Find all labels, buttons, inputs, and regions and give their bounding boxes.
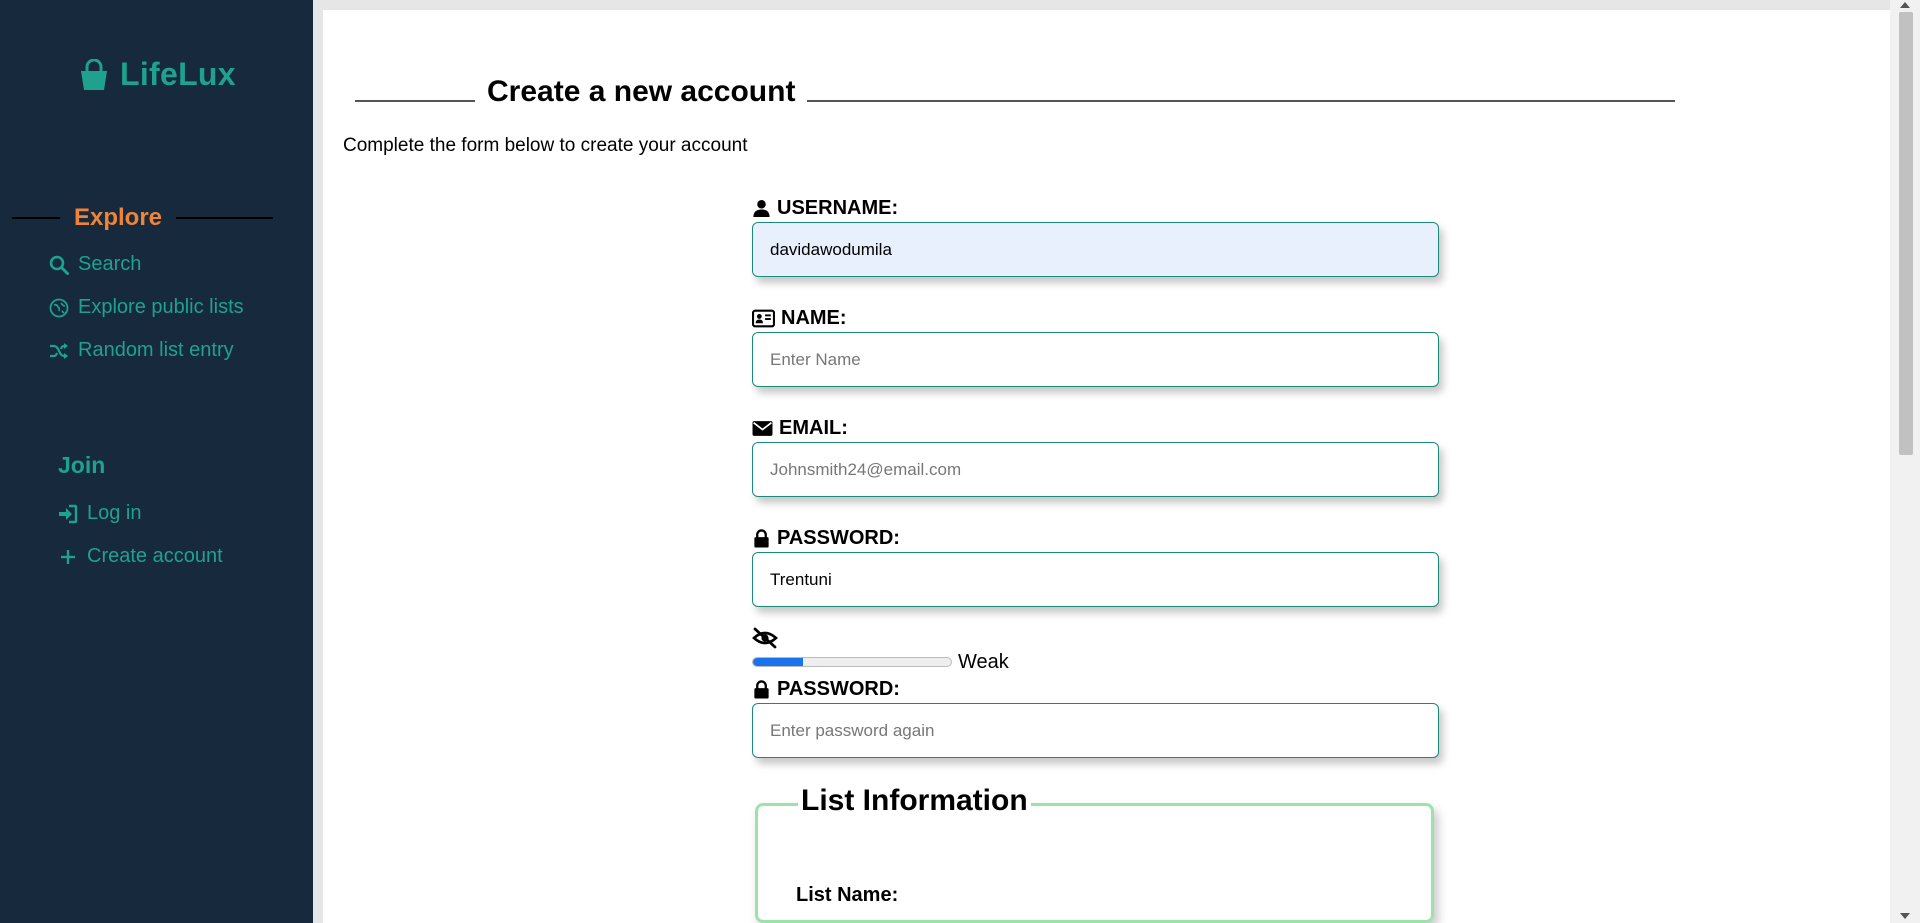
join-nav: Log in Create account — [58, 492, 223, 578]
join-title: Join — [58, 452, 106, 478]
sidebar-item-label: Search — [78, 253, 142, 275]
password-label-text: PASSWORD: — [777, 526, 900, 549]
lock-icon — [754, 679, 769, 699]
sidebar: LifeLux Explore Search Explore public li… — [0, 0, 313, 923]
login-icon — [59, 504, 78, 523]
name-label-text: NAME: — [781, 306, 847, 329]
compass-icon — [49, 298, 69, 317]
password-strength: Weak — [752, 649, 1439, 675]
list-name-label: List Name: — [796, 884, 899, 906]
page-subtitle: Complete the form below to create your a… — [343, 135, 748, 156]
sidebar-item-random-list-entry[interactable]: Random list entry — [49, 329, 244, 372]
name-input[interactable] — [752, 332, 1439, 387]
password-strength-fill — [753, 658, 803, 666]
explore-title: Explore — [74, 204, 163, 231]
scrollbar-thumb[interactable] — [1899, 12, 1913, 455]
confirm-password-label: PASSWORD: — [752, 675, 1439, 703]
app-name: LifeLux — [120, 56, 236, 92]
user-icon — [753, 199, 770, 217]
create-account-form: USERNAME: NAME: EMAIL: — [752, 194, 1439, 923]
shuffle-icon — [50, 342, 68, 359]
toggle-password-visibility[interactable] — [752, 627, 1439, 649]
confirm-password-input[interactable] — [752, 703, 1439, 758]
divider — [807, 100, 1675, 102]
page-title: Create a new account — [487, 75, 796, 108]
main-content: Create a new account Complete the form b… — [323, 10, 1890, 923]
basket-icon — [81, 58, 107, 90]
confirm-password-label-text: PASSWORD: — [777, 677, 900, 700]
plus-icon — [61, 549, 75, 564]
id-card-icon — [752, 309, 775, 327]
sidebar-item-label: Random list entry — [78, 339, 234, 361]
scroll-down-arrow-icon[interactable] — [1900, 913, 1910, 919]
password-label: PASSWORD: — [752, 524, 1439, 552]
sidebar-item-explore-public-lists[interactable]: Explore public lists — [49, 286, 244, 329]
envelope-icon — [752, 420, 773, 436]
divider — [176, 217, 274, 219]
eye-slash-icon — [752, 627, 778, 649]
password-strength-label: Weak — [958, 650, 1009, 673]
email-label-text: EMAIL: — [779, 416, 848, 439]
divider — [355, 100, 475, 102]
sidebar-item-label: Explore public lists — [78, 296, 244, 318]
username-label-text: USERNAME: — [777, 196, 899, 219]
divider — [12, 217, 60, 219]
sidebar-item-log-in[interactable]: Log in — [58, 492, 223, 535]
explore-nav: Search Explore public lists Random list … — [49, 243, 244, 372]
list-information-legend: List Information — [798, 784, 1031, 818]
password-strength-meter — [752, 657, 952, 667]
email-input[interactable] — [752, 442, 1439, 497]
username-label: USERNAME: — [752, 194, 1439, 222]
sidebar-item-search[interactable]: Search — [49, 243, 244, 286]
page-scrollbar[interactable] — [1890, 0, 1920, 923]
name-label: NAME: — [752, 304, 1439, 332]
email-label: EMAIL: — [752, 414, 1439, 442]
logo[interactable]: LifeLux — [80, 56, 236, 93]
sidebar-item-label: Create account — [87, 545, 223, 567]
search-icon — [49, 255, 69, 275]
sidebar-item-create-account[interactable]: Create account — [58, 535, 223, 578]
explore-section-header: Explore — [12, 204, 274, 232]
username-input[interactable] — [752, 222, 1439, 277]
password-input[interactable] — [752, 552, 1439, 607]
list-information-fieldset: List Information List Name: — [755, 784, 1434, 923]
sidebar-item-label: Log in — [87, 502, 142, 524]
page-header: Create a new account — [355, 74, 1675, 110]
lock-icon — [754, 528, 769, 548]
scroll-up-arrow-icon[interactable] — [1900, 2, 1910, 8]
